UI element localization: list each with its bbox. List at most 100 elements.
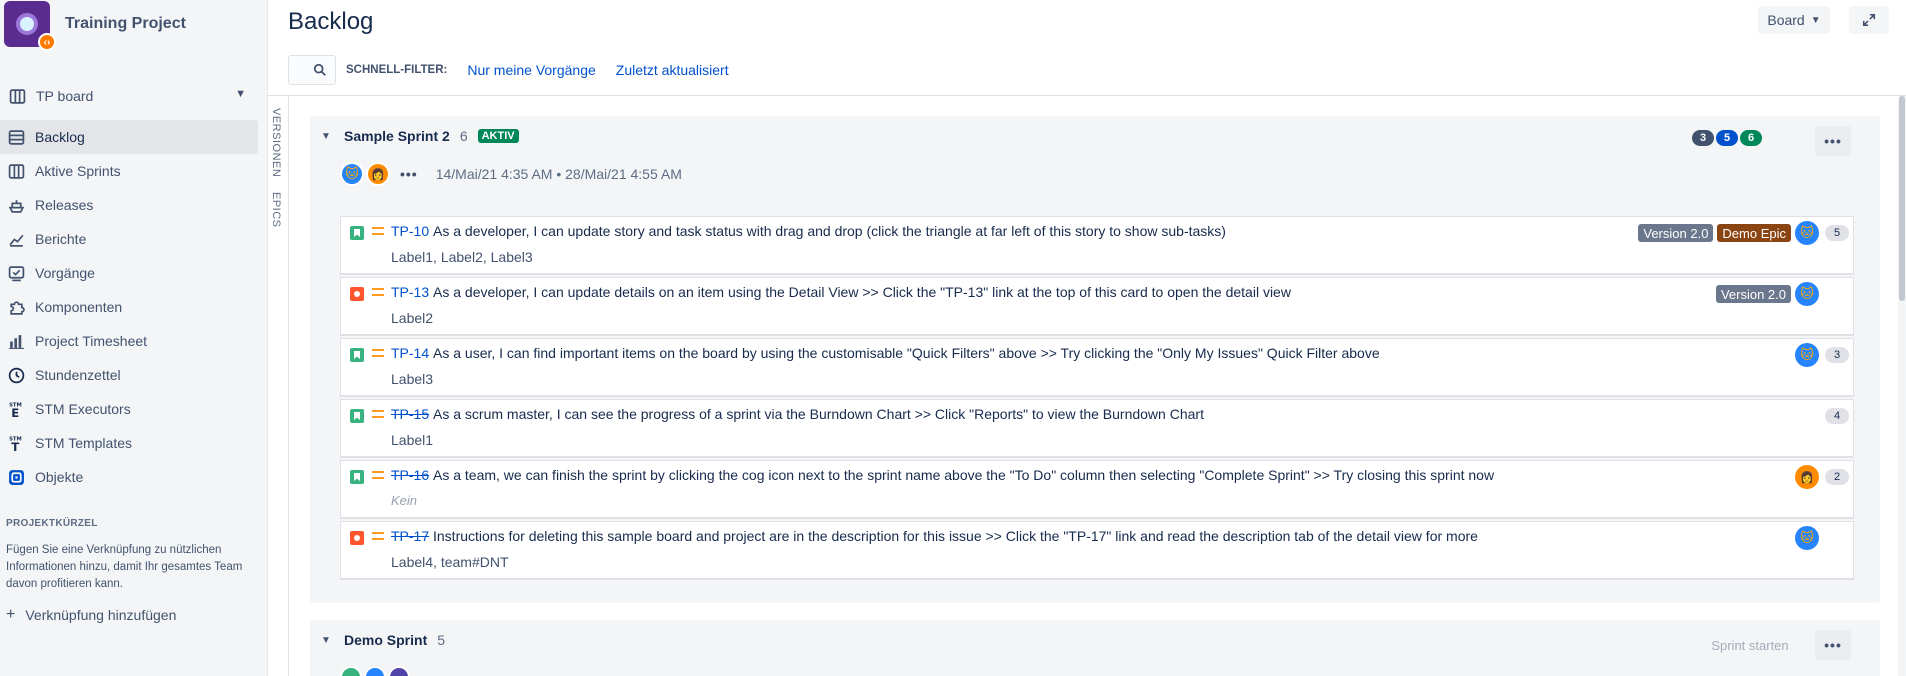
issue-key-link[interactable]: TP-13 bbox=[391, 284, 429, 300]
assignee-avatar[interactable]: 🐱 bbox=[1795, 221, 1819, 245]
project-header[interactable]: ‹› Training Project bbox=[4, 0, 186, 51]
collapse-caret-icon[interactable]: ▼ bbox=[320, 130, 332, 142]
sidebar-item-objects[interactable]: Objekte bbox=[0, 460, 258, 494]
sidebar-item-components[interactable]: Komponenten bbox=[0, 290, 258, 324]
avatar[interactable] bbox=[388, 666, 410, 676]
avatar[interactable] bbox=[340, 666, 362, 676]
issue-summary: As a user, I can find important items on… bbox=[433, 345, 1380, 361]
sidebar-item-backlog[interactable]: Backlog bbox=[0, 120, 258, 154]
side-tabs-divider bbox=[288, 96, 289, 676]
story-type-icon bbox=[350, 470, 364, 484]
board-view-dropdown[interactable]: Board ▼ bbox=[1758, 6, 1830, 34]
assignee-avatar[interactable]: 🐱 bbox=[1795, 282, 1819, 306]
sprint-container: ▼ Sample Sprint 2 6 AKTIV 🐱 👩 ••• 14/Mai… bbox=[310, 116, 1880, 603]
sidebar-item-active-sprints[interactable]: Aktive Sprints bbox=[0, 154, 258, 188]
sprint-status-counts: 3 5 6 bbox=[1692, 130, 1764, 146]
sidebar-item-stm-executors[interactable]: STM E STM Executors bbox=[0, 392, 258, 426]
puzzle-icon bbox=[7, 299, 25, 315]
filter-my-issues[interactable]: Nur meine Vorgänge bbox=[467, 62, 595, 78]
sprint-avatars bbox=[340, 666, 410, 676]
filter-recently-updated[interactable]: Zuletzt aktualisiert bbox=[616, 62, 729, 78]
sidebar-item-issues[interactable]: Vorgänge bbox=[0, 256, 258, 290]
issue-card[interactable]: TP-17 Instructions for deleting this samp… bbox=[340, 521, 1854, 580]
collapse-caret-icon[interactable]: ▼ bbox=[320, 634, 332, 646]
issue-summary: As a scrum master, I can see the progres… bbox=[433, 406, 1204, 422]
issue-card[interactable]: TP-16 As a team, we can finish the sprint… bbox=[340, 460, 1854, 519]
sidebar-item-stm-templates[interactable]: STM T STM Templates bbox=[0, 426, 258, 460]
issue-meta: 4 bbox=[1825, 404, 1849, 428]
tab-versions[interactable]: VERSIONEN bbox=[270, 108, 282, 177]
clock-icon bbox=[7, 367, 25, 383]
sidebar-item-reports[interactable]: Berichte bbox=[0, 222, 258, 256]
assignee-avatar[interactable]: 🐱 bbox=[1795, 343, 1819, 367]
bar-chart-icon bbox=[7, 333, 25, 349]
todo-count-badge: 3 bbox=[1692, 130, 1714, 146]
tab-epics[interactable]: EPICS bbox=[270, 192, 282, 228]
priority-medium-icon bbox=[372, 410, 384, 418]
issue-summary: As a team, we can finish the sprint by c… bbox=[433, 467, 1495, 483]
stm-t-icon: STM T bbox=[7, 435, 25, 452]
sprint-header: ▼ Demo Sprint 5 bbox=[320, 632, 445, 648]
issue-list: TP-10 As a developer, I can update story … bbox=[340, 216, 1854, 582]
avatar[interactable]: 👩 bbox=[366, 162, 390, 186]
start-sprint-button[interactable]: Sprint starten bbox=[1700, 630, 1800, 660]
issue-meta: 👩 2 bbox=[1795, 465, 1849, 489]
issue-key-link[interactable]: TP-10 bbox=[391, 223, 429, 239]
sprint-meta: 🐱 👩 ••• 14/Mai/21 4:35 AM • 28/Mai/21 4:… bbox=[340, 162, 682, 186]
search-icon bbox=[313, 63, 326, 76]
version-lozenge[interactable]: Version 2.0 bbox=[1638, 224, 1714, 242]
backlog-icon bbox=[7, 129, 25, 145]
in-progress-count-badge: 5 bbox=[1716, 130, 1738, 146]
version-lozenge[interactable]: Version 2.0 bbox=[1715, 285, 1791, 303]
page-title: Backlog bbox=[288, 8, 374, 35]
priority-medium-icon bbox=[372, 532, 384, 540]
board-selector[interactable]: TP board ▼ bbox=[0, 84, 256, 108]
project-avatar: ‹› bbox=[4, 1, 56, 51]
sprint-name: Demo Sprint bbox=[344, 632, 428, 648]
sidebar-item-label: Backlog bbox=[35, 129, 85, 145]
issue-labels: Label2 bbox=[391, 310, 434, 326]
header-divider bbox=[268, 95, 1906, 96]
issue-key-link[interactable]: TP-15 bbox=[391, 406, 429, 422]
sprint-actions-button[interactable]: ••• bbox=[1815, 630, 1851, 660]
sidebar-item-label: Vorgänge bbox=[35, 265, 95, 281]
story-type-icon bbox=[350, 348, 364, 362]
sidebar-item-releases[interactable]: Releases bbox=[0, 188, 258, 222]
issue-meta: Version 2.0 Demo Epic 🐱 5 bbox=[1638, 221, 1849, 245]
fullscreen-button[interactable] bbox=[1849, 6, 1889, 34]
sprint-name: Sample Sprint 2 bbox=[344, 128, 450, 144]
issue-key-link[interactable]: TP-14 bbox=[391, 345, 429, 361]
issue-key-link[interactable]: TP-17 bbox=[391, 528, 429, 544]
story-points-badge: 4 bbox=[1825, 408, 1849, 424]
assignee-avatar[interactable]: 🐱 bbox=[1795, 526, 1819, 550]
board-icon bbox=[8, 88, 26, 104]
issue-card[interactable]: TP-14 As a user, I can find important ite… bbox=[340, 338, 1854, 397]
epic-lozenge[interactable]: Demo Epic bbox=[1717, 224, 1791, 242]
sidebar-item-timesheet[interactable]: Stundenzettel bbox=[0, 358, 258, 392]
issue-card[interactable]: TP-15 As a scrum master, I can see the pr… bbox=[340, 399, 1854, 458]
sprint-issue-count: 6 bbox=[459, 128, 468, 144]
story-points-badge: 3 bbox=[1825, 347, 1849, 363]
assignee-avatar[interactable]: 👩 bbox=[1795, 465, 1819, 489]
done-count-badge: 6 bbox=[1740, 130, 1762, 146]
more-assignees-button[interactable]: ••• bbox=[400, 166, 418, 182]
sprint-header: ▼ Sample Sprint 2 6 AKTIV bbox=[320, 128, 519, 144]
sidebar-nav: Backlog Aktive Sprints Releases Berichte… bbox=[0, 120, 258, 494]
plus-icon: + bbox=[6, 606, 16, 623]
scrollbar-thumb[interactable] bbox=[1899, 96, 1905, 301]
issue-labels: Label1 bbox=[391, 432, 434, 448]
issue-key-link[interactable]: TP-16 bbox=[391, 467, 429, 483]
sidebar-item-label: Releases bbox=[35, 197, 94, 213]
issue-card[interactable]: TP-10 As a developer, I can update story … bbox=[340, 216, 1854, 275]
sprint-actions-button[interactable]: ••• bbox=[1815, 126, 1851, 156]
sprint-dates: 14/Mai/21 4:35 AM • 28/Mai/21 4:55 AM bbox=[435, 166, 682, 182]
search-input[interactable] bbox=[288, 55, 336, 85]
avatar[interactable] bbox=[364, 666, 386, 676]
add-shortcut-link[interactable]: + Verknüpfung hinzufügen bbox=[6, 606, 176, 624]
issue-meta: 🐱 bbox=[1795, 526, 1849, 550]
sidebar-item-project-timesheet[interactable]: Project Timesheet bbox=[0, 324, 258, 358]
avatar[interactable]: 🐱 bbox=[340, 162, 364, 186]
issue-card[interactable]: TP-13 As a developer, I can update detail… bbox=[340, 277, 1854, 336]
bug-type-icon bbox=[350, 287, 364, 301]
scrollbar[interactable] bbox=[1898, 96, 1906, 676]
